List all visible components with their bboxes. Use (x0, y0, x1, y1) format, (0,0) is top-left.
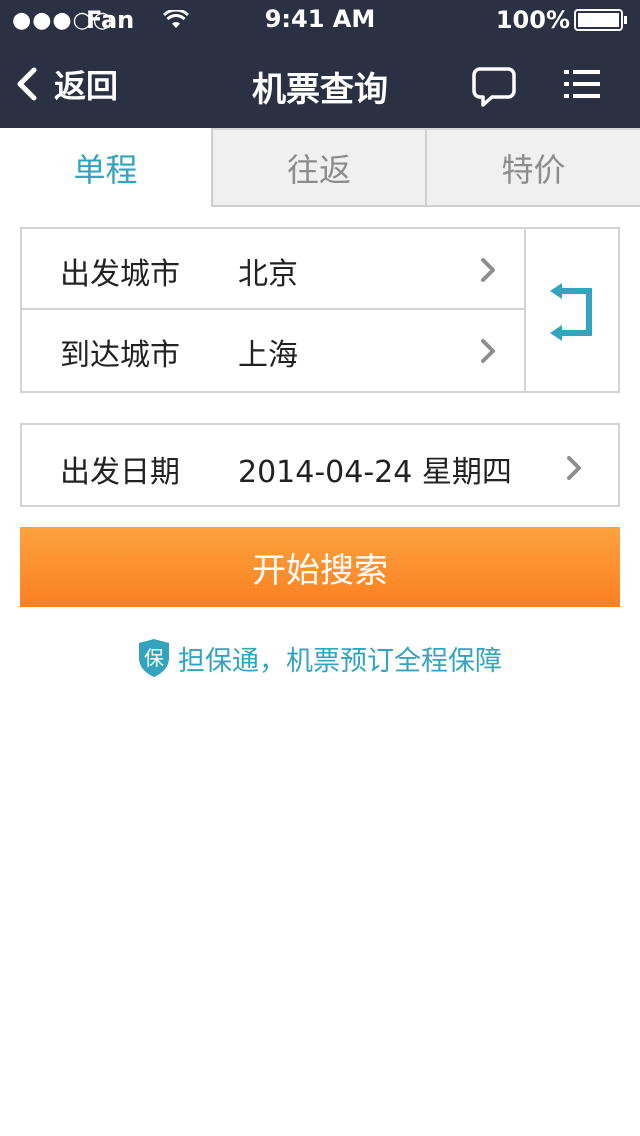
guarantee-link[interactable]: 保 担保通，机票预订全程保障 (0, 636, 640, 680)
shield-badge-text: 保 (144, 646, 164, 670)
swap-cities-button[interactable] (524, 229, 620, 391)
departure-date-value: 2014-04-24 星期四 (238, 455, 512, 490)
start-search-button[interactable]: 开始搜索 (20, 527, 620, 607)
back-button[interactable]: 返回 (14, 62, 118, 106)
departure-city-label: 出发城市 (60, 257, 180, 292)
back-label: 返回 (54, 67, 119, 105)
swap-arrows-icon (550, 283, 592, 341)
chat-bubble-icon[interactable] (472, 66, 516, 108)
tab-round-trip[interactable]: 往返 (213, 128, 427, 207)
top-bar: ●●●○○ Fan 9:41 AM 100% 返回 机票查询 (0, 0, 640, 128)
arrival-city-value: 上海 (238, 338, 298, 373)
battery-icon (574, 9, 627, 31)
chevron-left-icon (17, 67, 37, 101)
chevron-right-icon (481, 258, 495, 282)
guarantee-text: 担保通，机票预订全程保障 (178, 645, 502, 677)
chevron-right-icon (481, 339, 495, 363)
arrival-city-label: 到达城市 (60, 338, 180, 373)
departure-city-row[interactable]: 出发城市 北京 (22, 229, 524, 310)
arrival-city-row[interactable]: 到达城市 上海 (22, 310, 524, 391)
trip-type-tabs: 单程 往返 特价 (0, 128, 640, 207)
departure-date-label: 出发日期 (60, 455, 180, 490)
departure-city-value: 北京 (238, 257, 298, 292)
status-bar: ●●●○○ Fan 9:41 AM 100% (0, 0, 640, 40)
chevron-right-icon (567, 456, 581, 480)
navigation-bar: 返回 机票查询 (0, 40, 640, 128)
list-menu-icon[interactable] (564, 68, 600, 100)
departure-date-row[interactable]: 出发日期 2014-04-24 星期四 (20, 423, 620, 507)
battery-percent: 100% (495, 6, 570, 34)
tab-one-way[interactable]: 单程 (0, 128, 213, 207)
city-selector-card: 出发城市 北京 到达城市 上海 (20, 227, 620, 393)
tab-special-price[interactable]: 特价 (427, 128, 640, 207)
shield-icon: 保 (139, 639, 169, 677)
